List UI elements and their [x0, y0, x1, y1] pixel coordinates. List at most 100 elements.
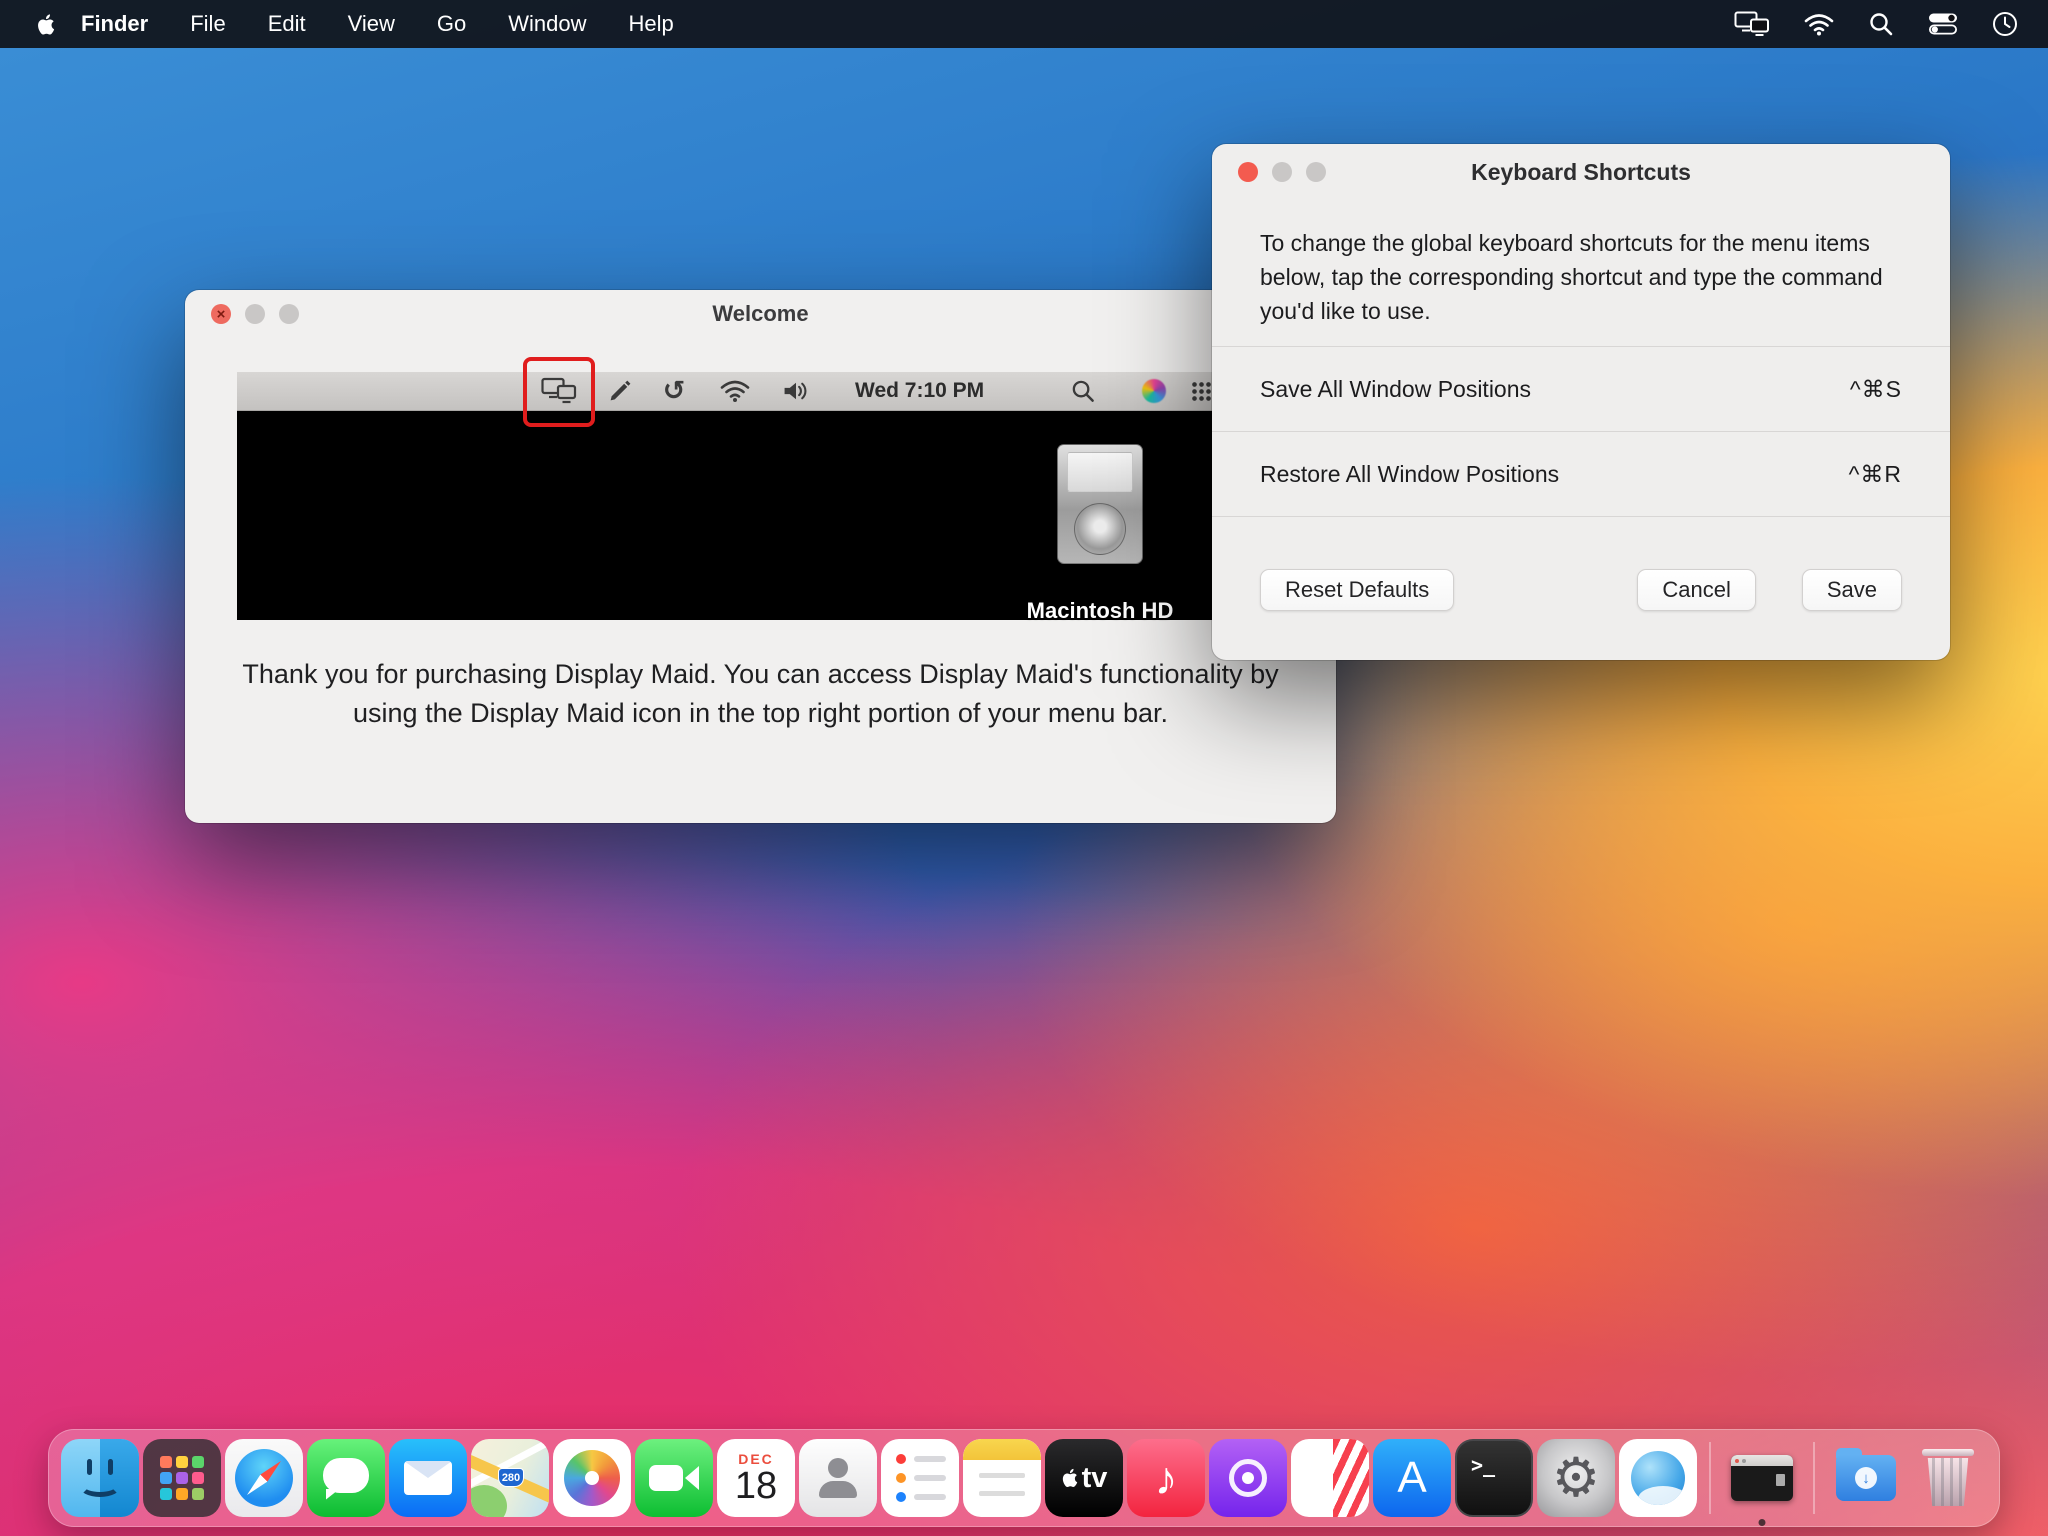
menu-bar-left: Finder File Edit View Go Window Help — [30, 0, 695, 48]
text-line — [914, 1456, 946, 1462]
dock-divider — [1813, 1442, 1815, 1514]
dock-downloads[interactable] — [1827, 1439, 1905, 1517]
video-camera-icon — [649, 1465, 699, 1491]
calendar-day: 18 — [735, 1467, 777, 1507]
dock-reminders[interactable] — [881, 1439, 959, 1517]
display-maid-menu-icon[interactable] — [1734, 11, 1770, 37]
bullet-dot — [896, 1454, 906, 1464]
buttons-row: Reset Defaults Cancel Save — [1212, 569, 1950, 611]
shortcuts-titlebar[interactable]: Keyboard Shortcuts — [1212, 144, 1950, 200]
dock-calendar[interactable]: DEC 18 — [717, 1439, 795, 1517]
zoom-button[interactable] — [279, 304, 299, 324]
menu-app-name[interactable]: Finder — [69, 0, 169, 48]
spotlight-icon — [1071, 379, 1096, 404]
traffic-lights: × — [211, 304, 299, 324]
menu-window[interactable]: Window — [487, 0, 607, 48]
screenshot-clock-text: Wed 7:10 PM — [855, 379, 984, 403]
shortcut-row-save[interactable]: Save All Window Positions ^⌘S — [1212, 347, 1950, 432]
dock-music[interactable] — [1127, 1439, 1205, 1517]
trash-icon — [1922, 1449, 1974, 1507]
menu-view[interactable]: View — [327, 0, 416, 48]
dock-mail[interactable] — [389, 1439, 467, 1517]
dock-messages[interactable] — [307, 1439, 385, 1517]
apple-logo-icon — [36, 13, 55, 36]
dock-podcasts[interactable] — [1209, 1439, 1287, 1517]
dock-appletv[interactable]: tv — [1045, 1439, 1123, 1517]
dock-blue-app[interactable] — [1619, 1439, 1697, 1517]
shortcut-rows: Save All Window Positions ^⌘S Restore Al… — [1212, 346, 1950, 517]
text-line — [979, 1491, 1025, 1496]
gear-icon — [1552, 1451, 1600, 1505]
zoom-button[interactable] — [1306, 162, 1326, 182]
dock-contacts[interactable] — [799, 1439, 877, 1517]
shortcut-value[interactable]: ^⌘S — [1850, 376, 1902, 403]
silhouette-head — [828, 1458, 848, 1478]
spotlight-icon[interactable] — [1868, 11, 1894, 37]
close-button[interactable]: × — [211, 304, 231, 324]
time-machine-icon — [663, 376, 686, 407]
welcome-message: Thank you for purchasing Display Maid. Y… — [242, 655, 1279, 733]
drive-sticker — [1067, 452, 1133, 492]
podcasts-antenna-icon — [1229, 1459, 1267, 1497]
dock-display-maid[interactable] — [1723, 1439, 1801, 1517]
thumbnail-close-dot — [1735, 1459, 1739, 1463]
text-line — [914, 1475, 946, 1481]
thumbnail-drive — [1776, 1474, 1785, 1486]
finder-face — [87, 1459, 92, 1475]
reminder-line — [896, 1492, 946, 1502]
menu-file[interactable]: File — [169, 0, 246, 48]
siri-orb — [1142, 379, 1166, 403]
welcome-titlebar[interactable]: × Welcome — [185, 290, 1336, 338]
save-button[interactable]: Save — [1802, 569, 1902, 611]
window-title: Keyboard Shortcuts — [1471, 159, 1691, 186]
minimize-button[interactable] — [1272, 162, 1292, 182]
dock-appstore[interactable]: A — [1373, 1439, 1451, 1517]
control-center-icon[interactable] — [1928, 12, 1958, 36]
close-button[interactable] — [1238, 162, 1258, 182]
maps-route-badge: 280 — [498, 1468, 524, 1487]
volume-icon — [783, 380, 810, 403]
wifi-icon[interactable] — [1804, 13, 1834, 36]
tv-label: tv — [1082, 1464, 1108, 1493]
menu-go[interactable]: Go — [416, 0, 487, 48]
cancel-button[interactable]: Cancel — [1637, 569, 1755, 611]
blue-circle-icon — [1631, 1451, 1685, 1505]
clock-icon[interactable] — [1992, 11, 2018, 37]
window-thumbnail-icon — [1731, 1455, 1793, 1501]
dock-trash[interactable] — [1909, 1439, 1987, 1517]
dock-maps[interactable]: 280 — [471, 1439, 549, 1517]
shortcut-label: Save All Window Positions — [1260, 376, 1531, 403]
safari-compass-icon — [235, 1449, 293, 1507]
thumbnail-titlebar — [1731, 1455, 1793, 1466]
reset-defaults-button[interactable]: Reset Defaults — [1260, 569, 1454, 611]
window-title: Welcome — [712, 301, 808, 327]
menu-edit[interactable]: Edit — [247, 0, 327, 48]
pencil-icon — [608, 379, 633, 404]
menu-grid-icon — [1191, 381, 1211, 401]
person-silhouette-icon — [818, 1458, 858, 1498]
dock-launchpad[interactable] — [143, 1439, 221, 1517]
dock-photos[interactable] — [553, 1439, 631, 1517]
minimize-button[interactable] — [245, 304, 265, 324]
shortcut-row-restore[interactable]: Restore All Window Positions ^⌘R — [1212, 432, 1950, 517]
siri-icon — [1142, 379, 1166, 403]
dock-safari[interactable] — [225, 1439, 303, 1517]
dock-notes[interactable] — [963, 1439, 1041, 1517]
dock-news[interactable] — [1291, 1439, 1369, 1517]
menu-help[interactable]: Help — [608, 0, 695, 48]
news-stripes — [1333, 1439, 1369, 1517]
display-maid-highlight-box — [523, 357, 595, 427]
apple-menu[interactable] — [30, 13, 69, 36]
dock-finder[interactable] — [61, 1439, 139, 1517]
trash-body — [1926, 1458, 1970, 1506]
dock-terminal[interactable]: >_ — [1455, 1439, 1533, 1517]
dock-facetime[interactable] — [635, 1439, 713, 1517]
shortcut-value[interactable]: ^⌘R — [1849, 461, 1902, 488]
speech-bubble-icon — [323, 1458, 369, 1493]
dock-system-preferences[interactable] — [1537, 1439, 1615, 1517]
finder-smile — [79, 1475, 121, 1497]
camera-body — [649, 1465, 683, 1491]
silhouette-body — [819, 1481, 857, 1498]
menu-bar-status-area — [1734, 11, 2018, 37]
bullet-dot — [896, 1473, 906, 1483]
